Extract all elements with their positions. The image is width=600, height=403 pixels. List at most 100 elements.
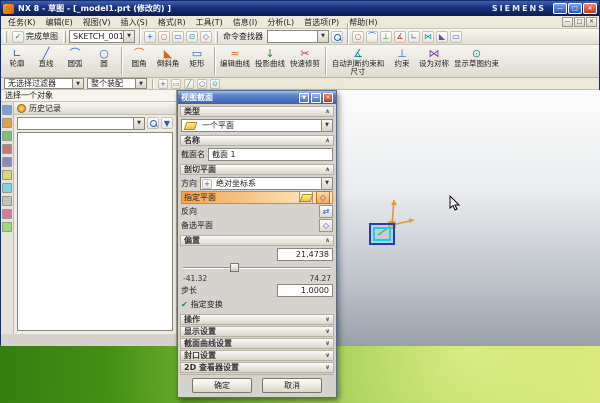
layer-settings-icon[interactable]: ◇: [200, 31, 212, 43]
section-header-cap-settings[interactable]: 封口设置 ∨: [180, 350, 334, 361]
menu-information[interactable]: 信息(I): [228, 16, 263, 29]
history-search-icon[interactable]: [147, 117, 159, 129]
mdi-close-button[interactable]: ✕: [586, 17, 597, 27]
section-header-cut-plane[interactable]: 剖切平面 ∧: [180, 164, 334, 175]
menu-help[interactable]: 帮助(H): [344, 16, 382, 29]
history-filter-combo[interactable]: ▼: [17, 117, 145, 130]
window-restore-button[interactable]: □: [568, 3, 582, 14]
display-mode-icon[interactable]: ○: [158, 31, 170, 43]
dialog-options-button[interactable]: ▼: [299, 93, 309, 103]
line-button[interactable]: ╱ 直线: [32, 46, 60, 77]
select-body-icon[interactable]: ○: [197, 79, 207, 89]
chevron-down-icon[interactable]: ▼: [321, 120, 332, 131]
chevron-down-icon[interactable]: ▼: [133, 118, 144, 129]
history-options-icon[interactable]: ▼: [161, 117, 173, 129]
toolbar-grip[interactable]: [215, 31, 218, 43]
orient-view-icon[interactable]: +: [144, 31, 156, 43]
menu-format[interactable]: 格式(R): [153, 16, 191, 29]
roles-icon[interactable]: [2, 209, 12, 219]
menu-edit[interactable]: 编辑(E): [41, 16, 78, 29]
section-header-name[interactable]: 名称 ∧: [180, 135, 334, 146]
rectangle-button[interactable]: ▭ 矩形: [183, 46, 211, 77]
dialog-collapse-button[interactable]: —: [311, 93, 321, 103]
mdi-minimize-button[interactable]: —: [562, 17, 573, 27]
point-on-curve-icon[interactable]: ⌒: [366, 31, 378, 43]
window-close-button[interactable]: ✕: [583, 3, 597, 14]
circle-button[interactable]: ○ 圆: [90, 46, 118, 77]
fillet-button[interactable]: ⌒ 圆角: [125, 46, 153, 77]
specify-plane-button[interactable]: ◇: [316, 191, 330, 204]
sketch-part-face[interactable]: [369, 223, 395, 245]
step-field[interactable]: 1.0000: [277, 284, 333, 297]
assembly-navigator-icon[interactable]: [2, 105, 12, 115]
menu-tools[interactable]: 工具(T): [191, 16, 228, 29]
history-list[interactable]: [17, 132, 173, 331]
menu-preferences[interactable]: 首选项(P): [299, 16, 344, 29]
web-browser-icon[interactable]: [2, 170, 12, 180]
constraints-button[interactable]: ⊥ 约束: [388, 46, 416, 77]
intersection-icon[interactable]: ∡: [394, 31, 406, 43]
dialog-titlebar[interactable]: 视图截面 ▼ — ✕: [178, 91, 336, 104]
section-header-type[interactable]: 类型 ∧: [180, 106, 334, 117]
search-icon[interactable]: [331, 31, 343, 43]
section-header-2d-viewer-settings[interactable]: 2D 查看器设置 ∨: [180, 362, 334, 373]
chevron-down-icon[interactable]: ▼: [321, 178, 332, 189]
edit-curve-button[interactable]: ≈ 编辑曲线: [218, 46, 252, 77]
shaded-view-icon[interactable]: ⊙: [186, 31, 198, 43]
command-finder-input[interactable]: ▼: [267, 30, 329, 43]
cancel-button[interactable]: 取消: [262, 378, 322, 393]
offset-value-field[interactable]: 21.4738: [277, 248, 333, 261]
menu-task[interactable]: 任务(K): [3, 16, 41, 29]
plane-dialog-button[interactable]: [299, 191, 313, 204]
part-navigator-icon[interactable]: [2, 131, 12, 141]
section-name-field[interactable]: 截面 1: [208, 148, 333, 161]
toolbar-grip[interactable]: [63, 31, 66, 43]
process-studio-icon[interactable]: [2, 196, 12, 206]
fit-view-icon[interactable]: ▭: [172, 31, 184, 43]
chevron-down-icon[interactable]: ▼: [135, 79, 146, 88]
quick-trim-button[interactable]: ✂ 快速修剪: [288, 46, 322, 77]
chevron-down-icon[interactable]: ▼: [317, 31, 328, 42]
project-curve-button[interactable]: ↓ 投影曲线: [253, 46, 287, 77]
mdi-restore-button[interactable]: □: [574, 17, 585, 27]
window-minimize-button[interactable]: —: [553, 3, 567, 14]
select-face-icon[interactable]: ▭: [171, 79, 181, 89]
profile-button[interactable]: ∟ 轮廓: [3, 46, 31, 77]
specify-plane-row[interactable]: 指定平面 ◇: [181, 191, 333, 204]
offset-slider[interactable]: [181, 262, 333, 273]
existing-point-icon[interactable]: ▭: [450, 31, 462, 43]
menu-view[interactable]: 视图(V): [78, 16, 116, 29]
alternate-plane-button[interactable]: ◇: [319, 219, 333, 232]
snap-point-icon[interactable]: ○: [352, 31, 364, 43]
sketch-name-combo[interactable]: SKETCH_001 ▼: [69, 30, 135, 43]
menu-analysis[interactable]: 分析(L): [262, 16, 299, 29]
ok-button[interactable]: 确定: [192, 378, 252, 393]
menu-insert[interactable]: 插入(S): [116, 16, 153, 29]
make-symmetric-button[interactable]: ⋈ 设为对称: [417, 46, 451, 77]
section-header-curve-settings[interactable]: 截面曲线设置 ∨: [180, 338, 334, 349]
history-palette-icon[interactable]: [2, 183, 12, 193]
hd3d-tools-icon[interactable]: [2, 157, 12, 167]
reverse-direction-button[interactable]: ⇄: [319, 205, 333, 218]
finish-sketch-button[interactable]: ✓ 完成草图: [10, 30, 60, 44]
slider-handle[interactable]: [230, 263, 239, 272]
auto-constrain-dimension-button[interactable]: ∡ 自动判断约束和尺寸: [329, 46, 387, 77]
reuse-library-icon[interactable]: [2, 144, 12, 154]
selection-filter-combo[interactable]: 无选择过滤器 ▼: [4, 78, 84, 89]
type-combo[interactable]: 一个平面 ▼: [181, 119, 333, 132]
selection-scope-combo[interactable]: 整个装配 ▼: [87, 78, 147, 89]
toolbar-grip[interactable]: [4, 31, 7, 43]
arc-button[interactable]: ⌒ 圆弧: [61, 46, 89, 77]
midpoint-icon[interactable]: ⊥: [380, 31, 392, 43]
command-finder-button[interactable]: 命令查找器: [221, 30, 265, 43]
center-point-icon[interactable]: ⋈: [422, 31, 434, 43]
section-header-offset[interactable]: 偏置 ∧: [180, 235, 334, 246]
endpoint-icon[interactable]: ∟: [408, 31, 420, 43]
snap-magnet-icon[interactable]: +: [158, 79, 168, 89]
system-materials-icon[interactable]: [2, 222, 12, 232]
show-sketch-constraints-button[interactable]: ⊙ 显示草图约束: [452, 46, 501, 77]
dialog-close-button[interactable]: ✕: [323, 93, 333, 103]
quadrant-point-icon[interactable]: ◣: [436, 31, 448, 43]
select-edge-icon[interactable]: ╱: [184, 79, 194, 89]
chevron-down-icon[interactable]: ▼: [72, 79, 83, 88]
